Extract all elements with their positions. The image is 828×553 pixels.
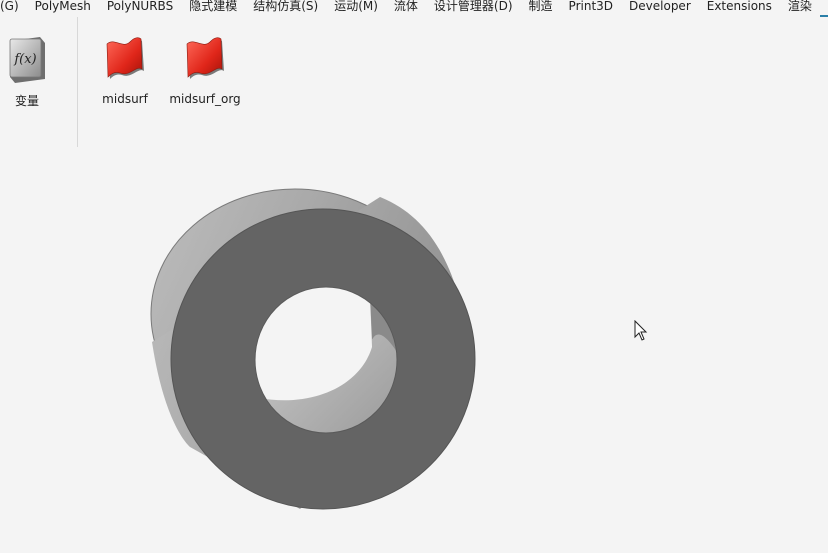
midsurface-icon — [101, 34, 149, 86]
midsurf-button[interactable]: midsurf — [101, 34, 149, 106]
midsurf-label: midsurf — [102, 92, 148, 106]
ribbon-panel: f(x) 变量 midsurf midsurf_org — [0, 17, 828, 147]
mouse-cursor-icon — [634, 320, 648, 341]
ribbon-tab-bar: (G) PolyMesh PolyNURBS 隐式建模 结构仿真(S) 运动(M… — [0, 0, 828, 17]
tab-polymesh[interactable]: PolyMesh — [27, 0, 99, 15]
tab-extensions[interactable]: Extensions — [699, 0, 780, 15]
tab-print3d[interactable]: Print3D — [561, 0, 621, 15]
tab-mids[interactable]: mids — [819, 0, 828, 17]
tab-developer[interactable]: Developer — [621, 0, 699, 15]
tab-structural-simulation[interactable]: 结构仿真(S) — [245, 0, 326, 15]
tab-fluid[interactable]: 流体 — [386, 0, 426, 15]
svg-text:f(x): f(x) — [13, 52, 36, 67]
tab-render[interactable]: 渲染 — [780, 0, 820, 15]
model-viewport[interactable] — [0, 147, 828, 553]
variables-label: 变量 — [14, 94, 39, 108]
app-window: (G) PolyMesh PolyNURBS 隐式建模 结构仿真(S) 运动(M… — [0, 0, 828, 553]
tab-g[interactable]: (G) — [0, 0, 27, 15]
tab-implicit-modeling[interactable]: 隐式建模 — [181, 0, 245, 15]
ribbon-separator — [77, 17, 78, 147]
annular-ring-model[interactable] — [0, 147, 828, 553]
midsurface-icon — [181, 34, 229, 86]
midsurf-org-button[interactable]: midsurf_org — [169, 34, 241, 106]
tab-manufacturing[interactable]: 制造 — [521, 0, 561, 15]
variables-button[interactable]: f(x) 变量 — [3, 34, 51, 109]
tab-design-manager[interactable]: 设计管理器(D) — [426, 0, 521, 15]
tab-motion[interactable]: 运动(M) — [326, 0, 386, 15]
fx-variable-icon: f(x) — [3, 34, 51, 86]
tab-polynurbs[interactable]: PolyNURBS — [99, 0, 181, 15]
midsurf-org-label: midsurf_org — [169, 92, 241, 106]
